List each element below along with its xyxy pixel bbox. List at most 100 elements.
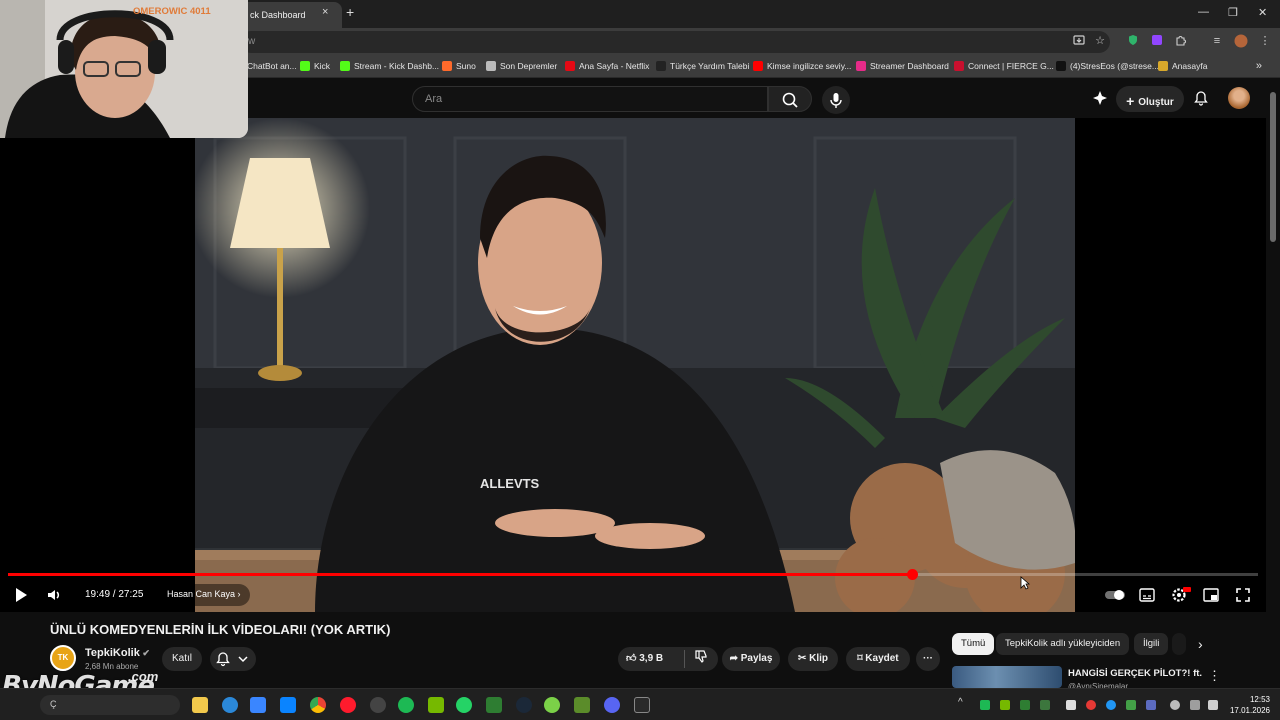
video-frame[interactable]: ALLEVTS xyxy=(195,118,1075,612)
nvidia-icon[interactable] xyxy=(428,697,444,713)
dislike-button[interactable] xyxy=(690,647,712,671)
chip-next-partial[interactable] xyxy=(1172,633,1186,655)
progress-scrubber-handle[interactable] xyxy=(906,569,918,580)
minimize-button[interactable]: — xyxy=(1198,6,1209,18)
channel-name[interactable]: TepkiKolik ✔ xyxy=(85,647,150,659)
bookmark-item[interactable]: Son Depremler xyxy=(486,61,557,71)
subtitles-icon[interactable] xyxy=(1138,586,1156,604)
maximize-button[interactable]: ❐ xyxy=(1228,6,1238,19)
fullscreen-icon[interactable] xyxy=(1234,586,1252,604)
media-control-icon[interactable]: ≡ xyxy=(1210,34,1224,48)
tray-app-icon[interactable] xyxy=(1000,700,1010,710)
tray-app-icon[interactable] xyxy=(1106,700,1116,710)
join-button[interactable]: Katıl xyxy=(162,647,202,671)
settings-gear-icon[interactable] xyxy=(1170,586,1192,604)
search-placeholder: Ara xyxy=(425,93,443,105)
bookmark-item[interactable]: Stream - Kick Dashb... xyxy=(340,61,439,71)
tray-app-icon[interactable] xyxy=(1020,700,1030,710)
obs-icon[interactable] xyxy=(370,697,386,713)
bookmark-item[interactable]: Türkçe Yardım Talebi xyxy=(656,61,749,71)
account-avatar[interactable] xyxy=(1228,87,1250,109)
epic-games-icon[interactable] xyxy=(634,697,650,713)
progress-bar[interactable] xyxy=(8,569,1258,580)
tray-app-icon[interactable] xyxy=(980,700,990,710)
support-site-icon xyxy=(656,61,666,71)
speaker-icon[interactable] xyxy=(1208,700,1218,710)
tray-app-icon[interactable] xyxy=(1040,700,1050,710)
bookmark-item[interactable]: Ana Sayfa - Netflix xyxy=(565,61,649,71)
spotify-icon[interactable] xyxy=(398,697,414,713)
close-window-button[interactable]: ✕ xyxy=(1258,6,1267,19)
like-button[interactable]: 👍︎ 3,9 B xyxy=(626,647,682,671)
bookmark-item[interactable]: Connect | FIERCE G... xyxy=(954,61,1054,71)
bookmark-item[interactable]: ChatBot an... xyxy=(247,61,297,71)
edge-icon[interactable] xyxy=(222,697,238,713)
taskbar-search[interactable]: Ç xyxy=(40,695,180,715)
miniplayer-icon[interactable] xyxy=(1202,586,1220,604)
duolingo-icon[interactable] xyxy=(544,697,560,713)
save-button[interactable]: ⌑ Kaydet xyxy=(846,647,910,671)
bookmark-item[interactable]: Streamer Dashboard xyxy=(856,61,949,71)
chip-all[interactable]: Tümü xyxy=(952,633,995,655)
chip-related[interactable]: İlgili xyxy=(1134,633,1169,655)
more-actions-button[interactable]: ··· xyxy=(916,647,940,671)
network-icon[interactable] xyxy=(1190,700,1200,710)
discord-icon[interactable] xyxy=(604,697,620,713)
notifications-bell-icon[interactable] xyxy=(1193,90,1209,106)
create-button[interactable]: + Oluştur xyxy=(1116,86,1184,112)
video-player[interactable]: ALLEVTS 19:49 / 27:25 Hasan Can Kaya › xyxy=(0,118,1266,612)
page-scrollbar[interactable] xyxy=(1270,92,1276,242)
tray-app-icon[interactable] xyxy=(1066,700,1076,710)
recommendation-menu-icon[interactable]: ⋮ xyxy=(1208,668,1221,684)
twitch-extension-icon[interactable] xyxy=(1150,34,1164,48)
bookmark-item[interactable]: (4)StresEos (@strese... xyxy=(1056,61,1159,71)
tray-app-icon[interactable] xyxy=(1146,700,1156,710)
recommended-video-title[interactable]: HANGİSİ GERÇEK PİLOT?! ft. xyxy=(1068,668,1202,679)
chrome-icon[interactable] xyxy=(310,697,326,713)
channel-avatar[interactable]: TK xyxy=(50,645,76,671)
store-icon[interactable] xyxy=(250,697,266,713)
install-app-icon[interactable] xyxy=(1072,34,1086,48)
opera-icon[interactable] xyxy=(340,697,356,713)
tray-app-icon[interactable] xyxy=(1126,700,1136,710)
streamlabs-icon[interactable] xyxy=(486,697,502,713)
sparkle-ai-icon[interactable] xyxy=(1092,90,1108,106)
earthquake-site-icon xyxy=(486,61,496,71)
search-input[interactable]: Ara xyxy=(412,86,768,112)
profile-avatar-icon[interactable] xyxy=(1234,34,1248,48)
volume-icon[interactable] xyxy=(46,586,64,604)
chapter-button[interactable]: Hasan Can Kaya › xyxy=(158,584,250,606)
autoplay-toggle-icon[interactable] xyxy=(1104,586,1126,604)
extensions-puzzle-icon[interactable] xyxy=(1174,34,1188,48)
voice-search-button[interactable] xyxy=(822,86,850,114)
whatsapp-icon[interactable] xyxy=(456,697,472,713)
clip-button[interactable]: ✂ Klip xyxy=(788,647,838,671)
close-tab-icon[interactable]: × xyxy=(322,6,328,18)
tray-app-icon[interactable] xyxy=(1086,700,1096,710)
vpn-extension-icon[interactable] xyxy=(1126,34,1140,48)
chip-from-uploader[interactable]: TepkiKolik adlı yükleyiciden xyxy=(996,633,1130,655)
browser-menu-icon[interactable]: ⋮ xyxy=(1258,34,1272,48)
steam-icon[interactable] xyxy=(516,697,532,713)
subscription-bell-button[interactable] xyxy=(210,647,256,671)
play-icon[interactable] xyxy=(12,586,30,604)
system-clock[interactable]: 12:53 17.01.2026 xyxy=(1226,694,1270,716)
search-button[interactable] xyxy=(768,86,812,112)
microphone-tray-icon[interactable] xyxy=(1170,700,1180,710)
bookmark-item[interactable]: Kimse ingilizce seviy... xyxy=(753,61,851,71)
bookmarks-overflow-icon[interactable]: » xyxy=(1256,60,1262,72)
address-bar[interactable]: w xyxy=(240,31,1110,53)
bookmark-star-icon[interactable]: ☆ xyxy=(1093,34,1107,48)
tray-overflow-chevron-icon[interactable]: ^ xyxy=(958,697,963,708)
outlook-icon[interactable] xyxy=(280,697,296,713)
bookmark-item[interactable]: Kick xyxy=(300,61,330,71)
chips-next-chevron-icon[interactable]: › xyxy=(1198,636,1203,652)
file-explorer-icon[interactable] xyxy=(192,697,208,713)
bookmark-item[interactable]: Anasayfa xyxy=(1158,61,1207,71)
minecraft-icon[interactable] xyxy=(574,697,590,713)
bookmark-item[interactable]: Suno xyxy=(442,61,476,71)
recommended-video-thumbnail[interactable] xyxy=(952,666,1062,688)
windows-taskbar: Ç ^ 12:53 17.01.2026 xyxy=(0,688,1280,720)
share-button[interactable]: ➦ Paylaş xyxy=(722,647,780,671)
new-tab-button[interactable]: + xyxy=(346,4,354,20)
